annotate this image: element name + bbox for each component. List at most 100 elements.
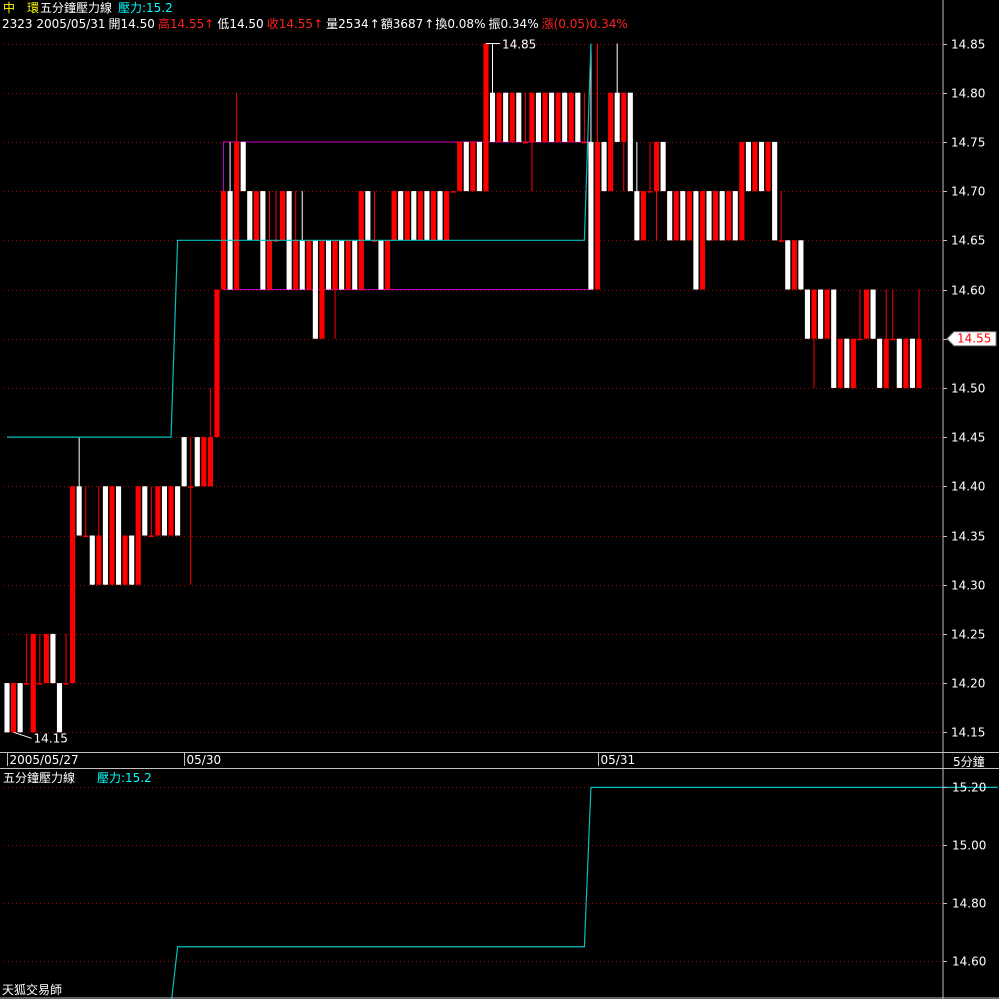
candle-body [398, 191, 404, 241]
candle-body [706, 191, 712, 241]
candle-body [96, 535, 102, 585]
candle-body [181, 437, 187, 487]
amount-text: 額3687 [381, 17, 424, 31]
price-tag-label: 14.55 [957, 332, 991, 346]
candle-body [673, 191, 679, 241]
y-tick-label: 14.35 [951, 530, 985, 544]
candle-body [555, 92, 561, 142]
candle-body [535, 92, 542, 142]
candle-body [135, 486, 141, 585]
candle-body [234, 141, 240, 290]
candle-body [378, 240, 384, 290]
change-text: 漲(0.05)0.34% [542, 17, 628, 31]
candle-body [207, 437, 213, 487]
low-text: 低14.50 [217, 17, 263, 31]
candle-body [417, 191, 423, 241]
y-tick-label: 14.60 [952, 955, 986, 969]
candle-body [194, 437, 200, 487]
candle-body [883, 338, 889, 388]
candle-body [280, 191, 286, 241]
candle-body [581, 141, 587, 144]
y-tick-label: 14.80 [952, 897, 986, 911]
candle-body [201, 437, 207, 487]
candle-body [17, 683, 23, 733]
candle-body [647, 191, 653, 193]
close-value: 14.55 [279, 17, 313, 31]
candle-body [293, 240, 299, 290]
candle-body [614, 92, 620, 142]
open-text: 開14.50 [109, 17, 155, 31]
volume-text: 量2534 [326, 17, 369, 31]
candle-body [496, 92, 502, 142]
candle-body [732, 191, 738, 241]
candle-body [627, 92, 633, 192]
y-tick-label: 15.20 [952, 781, 986, 795]
candle-body [89, 535, 95, 585]
candle-body [818, 289, 824, 339]
candle-body [457, 141, 463, 192]
candle-body [476, 141, 482, 192]
candle-body [240, 141, 246, 192]
candle-body [70, 486, 76, 684]
candle-body [608, 92, 614, 192]
candle-body [778, 240, 784, 242]
candle-body [122, 535, 128, 585]
candle-body [430, 191, 437, 241]
candle-body [588, 141, 594, 290]
candle-body [319, 240, 325, 339]
candle-body [188, 486, 194, 488]
candle-body [634, 191, 640, 241]
candle-body [4, 683, 10, 733]
candle-body [719, 191, 725, 241]
candle-body [594, 141, 601, 290]
candle-body [437, 191, 443, 241]
watermark: 天狐交易師 [2, 982, 62, 997]
candle-body [30, 633, 36, 733]
candle-body [503, 92, 509, 142]
candle-body [542, 92, 548, 142]
candle-body [76, 486, 82, 536]
candle-body [870, 289, 876, 339]
candle-body [404, 191, 410, 241]
candle-body [575, 92, 581, 142]
candle-body [804, 289, 811, 339]
candle-body [844, 338, 850, 388]
candle-body [509, 92, 515, 142]
candle-body [411, 191, 417, 241]
candle-body [726, 191, 732, 241]
candle-body [332, 240, 338, 290]
candle-body [345, 240, 351, 290]
y-tick-label: 14.85 [951, 38, 985, 52]
y-tick-label: 14.15 [951, 726, 985, 740]
candle-body [824, 289, 830, 339]
candle-body [299, 240, 305, 290]
candle-body [640, 191, 646, 241]
lower-indicator-title: 五分鐘壓力線 [3, 770, 75, 785]
candle-body [529, 92, 535, 142]
date-label: 05/31 [601, 753, 636, 767]
candle-body [489, 92, 496, 142]
y-tick-label: 14.20 [951, 677, 985, 691]
close-label: 收 [267, 17, 279, 31]
candle-body [24, 683, 30, 685]
candle-body [896, 338, 902, 388]
candle-body [522, 141, 528, 144]
candle-body [483, 43, 489, 192]
high-annotation: 14.85 [502, 38, 536, 52]
candle-body [50, 633, 56, 684]
candle-body [621, 92, 627, 142]
code-date: 2323 2005/05/31 [2, 17, 106, 31]
candle-body [562, 92, 568, 142]
candle-body [63, 683, 69, 685]
period-label[interactable]: 5分鐘 [953, 754, 985, 769]
candle-body [109, 486, 115, 585]
low-annotation-line [13, 731, 32, 739]
y-tick-label: 14.25 [951, 628, 985, 642]
candle-body [444, 191, 450, 241]
y-tick-label: 15.00 [952, 839, 986, 853]
candle-body [667, 191, 673, 241]
candle-body [516, 92, 522, 142]
candle-body [739, 141, 745, 241]
candle-body [549, 92, 555, 142]
candle-body [266, 240, 273, 290]
